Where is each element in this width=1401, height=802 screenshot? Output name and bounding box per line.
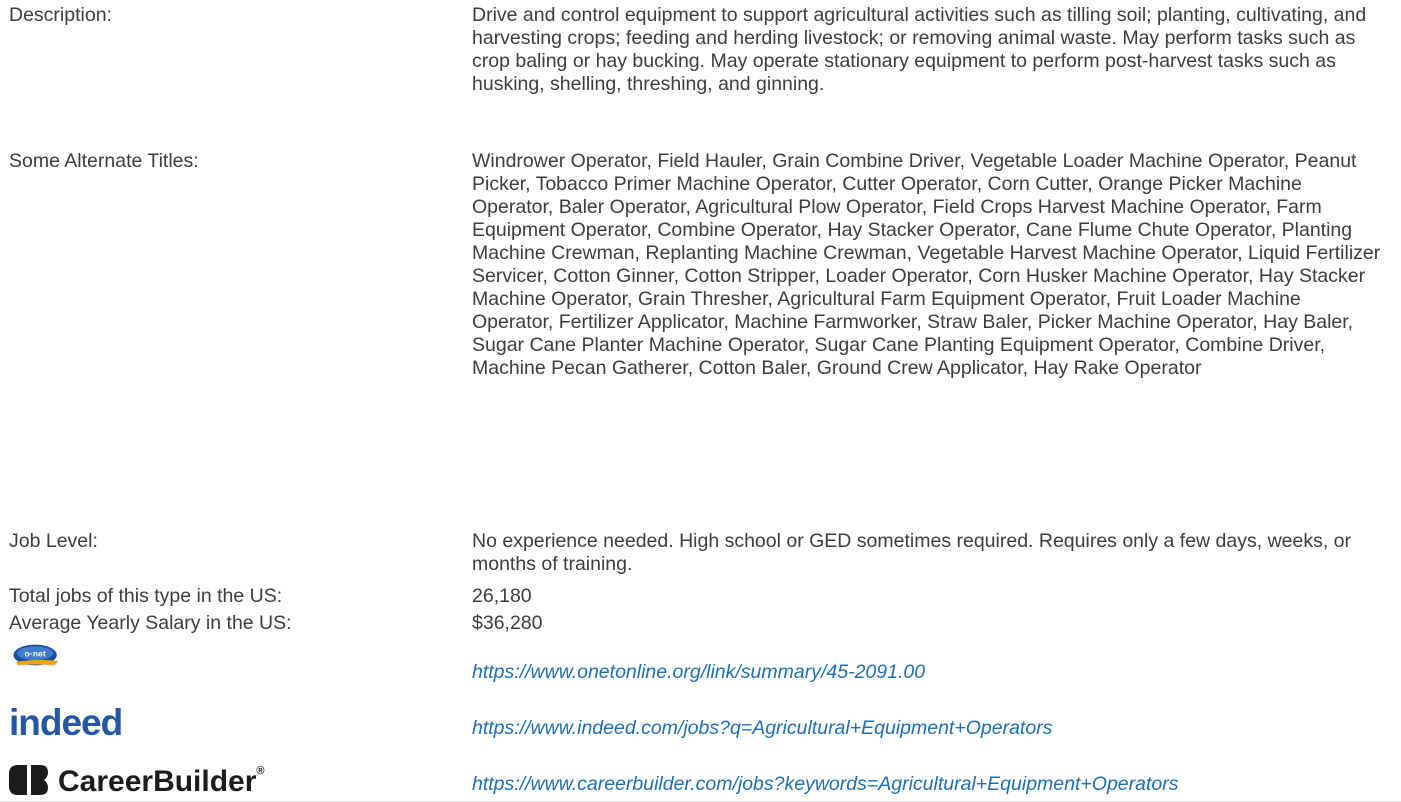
job-level-value: No experience needed. High school or GED… [472, 530, 1352, 575]
careerbuilder-logo[interactable]: CareerBuilder® [9, 762, 265, 797]
description-label: Description: [9, 4, 112, 26]
indeed-link[interactable]: https://www.indeed.com/jobs?q=Agricultur… [472, 717, 1052, 740]
description-value: Drive and control equipment to support a… [472, 4, 1367, 95]
job-level-label: Job Level: [9, 530, 98, 552]
careerbuilder-wordmark: CareerBuilder® [58, 765, 265, 798]
alternate-titles-label: Some Alternate Titles: [9, 150, 199, 172]
salary-value: $36,280 [472, 612, 543, 634]
total-jobs-label: Total jobs of this type in the US: [9, 585, 283, 607]
alternate-titles-value: Windrower Operator, Field Hauler, Grain … [472, 150, 1381, 379]
onet-logo[interactable]: o·net [9, 642, 63, 674]
onet-icon: o·net [13, 644, 59, 666]
total-jobs-value: 26,180 [472, 585, 532, 607]
careerbuilder-mark-icon [9, 764, 48, 795]
indeed-logo[interactable]: indeed [9, 704, 123, 741]
onet-link[interactable]: https://www.onetonline.org/link/summary/… [472, 661, 925, 684]
salary-label: Average Yearly Salary in the US: [9, 612, 292, 634]
job-detail-page: Description: Drive and control equipment… [0, 0, 1401, 802]
careerbuilder-link[interactable]: https://www.careerbuilder.com/jobs?keywo… [472, 773, 1179, 796]
svg-text:o·net: o·net [25, 649, 46, 659]
